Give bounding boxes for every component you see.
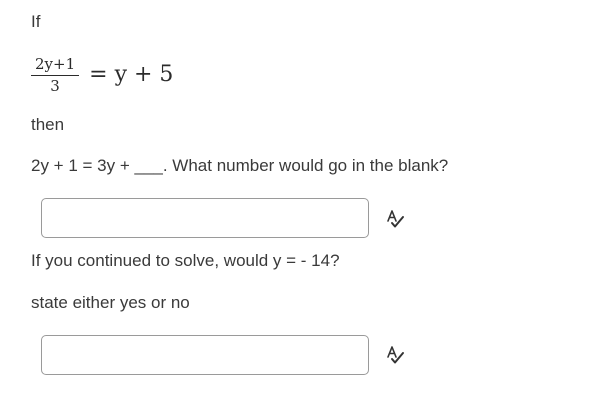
spellcheck-icon[interactable]	[385, 209, 405, 229]
solve-question: If you continued to solve, would y = - 1…	[31, 251, 340, 270]
spellcheck-icon[interactable]	[385, 345, 405, 365]
fraction-bar	[31, 74, 80, 76]
if-label: If	[31, 12, 41, 31]
fraction: 2y+1 3	[31, 54, 80, 95]
blank-answer-input[interactable]	[41, 198, 369, 238]
yes-no-instruction: state either yes or no	[31, 293, 190, 312]
blank-question: 2y + 1 = 3y + ___. What number would go …	[31, 156, 449, 175]
fraction-denominator: 3	[50, 76, 60, 95]
then-label: then	[31, 115, 65, 134]
fraction-numerator: 2y+1	[35, 54, 76, 73]
yes-no-answer-input[interactable]	[41, 335, 369, 375]
equation-right-side: = y + 5	[89, 62, 174, 87]
equation: 2y+1 3 = y + 5	[31, 52, 173, 98]
